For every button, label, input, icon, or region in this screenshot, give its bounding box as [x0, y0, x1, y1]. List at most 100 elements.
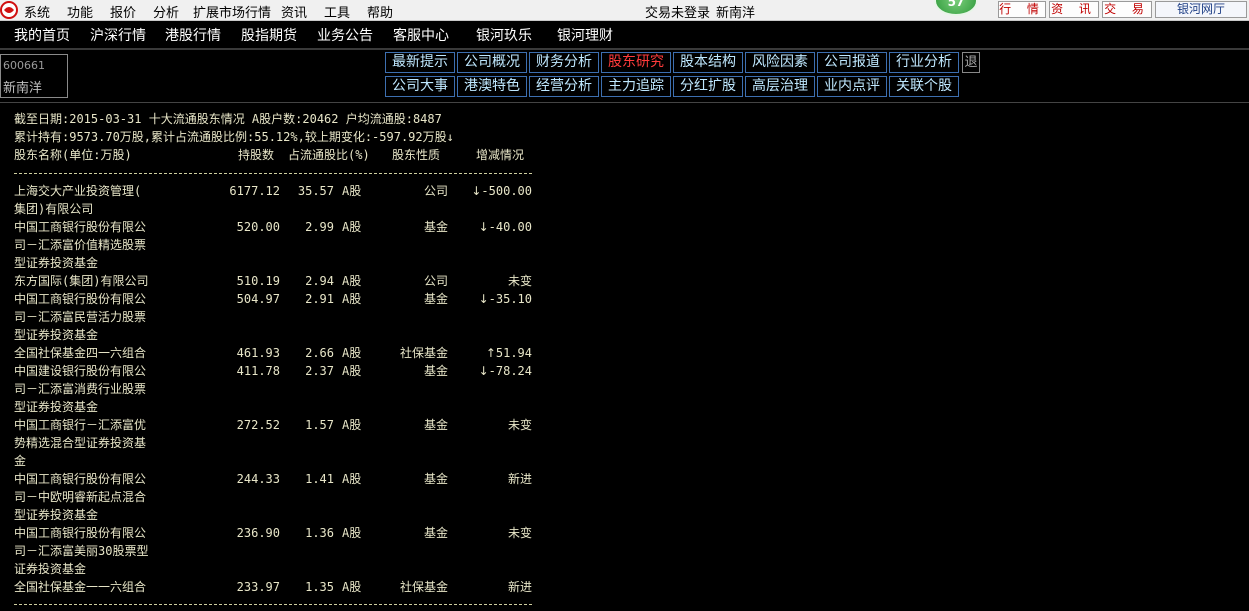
nav-hk-quotes[interactable]: 港股行情 — [165, 25, 221, 45]
tab-governance[interactable]: 高层治理 — [745, 76, 815, 97]
shareholder-name: 中国工商银行股份有限公 司－汇添富民营活力股票 型证券投资基金 — [14, 292, 147, 342]
shareholder-type: 基金 — [423, 364, 448, 378]
menu-tools[interactable]: 工具 — [324, 2, 350, 21]
nav-announcements[interactable]: 业务公告 — [317, 25, 373, 45]
holding-change-value: 新进 — [507, 580, 532, 594]
shareholder-name: 全国社保基金一一六组合 — [14, 580, 147, 594]
share-class: A股 — [342, 364, 362, 378]
tab-dividends[interactable]: 分红扩股 — [673, 76, 743, 97]
table-row[interactable]: 全国社保基金四一六组合 461.93 2.66 A股 社保基金 ↑51.94 — [14, 344, 534, 362]
menu-help[interactable]: 帮助 — [367, 2, 393, 21]
arrow-down-icon: ↓ — [478, 364, 489, 378]
holding-change: 未变 — [454, 524, 532, 542]
holding-change-value: -35.10 — [488, 292, 532, 306]
exit-button[interactable]: 退 — [962, 52, 980, 73]
holding-ratio: 2.66 — [305, 346, 334, 360]
holding-amount: 6177.12 — [229, 184, 280, 198]
holding-amount: 504.97 — [236, 292, 280, 306]
tab-shareholder-research[interactable]: 股东研究 — [601, 52, 671, 73]
share-class: A股 — [342, 292, 362, 306]
nav-customer-service[interactable]: 客服中心 — [393, 25, 449, 45]
nav-index-futures[interactable]: 股指期货 — [241, 25, 297, 45]
arrow-down-icon: ↓ — [471, 184, 482, 198]
tab-company-reports[interactable]: 公司报道 — [817, 52, 887, 73]
table-row[interactable]: 中国工商银行股份有限公 司－汇添富民营活力股票 型证券投资基金 504.97 2.9… — [14, 290, 534, 344]
holding-amount: 272.52 — [236, 418, 280, 432]
menu-function[interactable]: 功能 — [67, 2, 93, 21]
table-row[interactable]: 东方国际(集团)有限公司 510.19 2.94 A股 公司 未变 — [14, 272, 534, 290]
holding-amount: 461.93 — [236, 346, 280, 360]
stock-selector[interactable]: 600661 新南洋 — [0, 54, 68, 98]
shareholder-type: 公司 — [423, 184, 448, 198]
nav-sh-sz-quotes[interactable]: 沪深行情 — [90, 25, 146, 45]
shareholder-name: 中国工商银行股份有限公 司－汇添富美丽30股票型 证券投资基金 — [14, 526, 149, 576]
holding-ratio: 2.99 — [305, 220, 334, 234]
trade-button[interactable]: 交 易 — [1102, 1, 1152, 18]
holding-ratio: 2.91 — [305, 292, 334, 306]
table-row[interactable]: 中国工商银行股份有限公 司－汇添富美丽30股票型 证券投资基金 236.90 1.3… — [14, 524, 534, 578]
shareholder-type: 基金 — [423, 292, 448, 306]
nav-yinhe-wealth[interactable]: 银河理财 — [557, 25, 613, 45]
table-row[interactable]: 中国工商银行股份有限公 司－汇添富价值精选股票 型证券投资基金 520.00 2.9… — [14, 218, 534, 272]
menu-analysis[interactable]: 分析 — [153, 2, 179, 21]
col-header-type: 股东性质 — [392, 148, 441, 162]
shareholder-name: 中国工商银行股份有限公 司－汇添富价值精选股票 型证券投资基金 — [14, 220, 147, 270]
table-row[interactable]: 中国工商银行股份有限公 司－中欧明睿新起点混合 型证券投资基金 244.33 1.4… — [14, 470, 534, 524]
table-row[interactable]: 中国工商银行－汇添富优 势精选混合型证券投资基 金 272.52 1.57 A股 基金 未… — [14, 416, 534, 470]
share-class: A股 — [342, 184, 362, 198]
holding-amount: 244.33 — [236, 472, 280, 486]
holding-change: ↓-500.00 — [454, 182, 532, 200]
shareholder-type: 基金 — [423, 418, 448, 432]
arrow-down-icon: ↓ — [478, 292, 489, 306]
tab-financial-analysis[interactable]: 财务分析 — [529, 52, 599, 73]
menu-quote[interactable]: 报价 — [110, 2, 136, 21]
notification-badge[interactable]: 57 — [934, 0, 978, 16]
shareholder-type: 社保基金 — [399, 346, 448, 360]
col-header-name: 股东名称(单位:万股) — [14, 148, 132, 162]
online-hall-button[interactable]: 银河网厅 — [1155, 1, 1247, 18]
menu-system[interactable]: 系统 — [24, 2, 50, 21]
tab-risk-factors[interactable]: 风险因素 — [745, 52, 815, 73]
holding-amount: 233.97 — [236, 580, 280, 594]
holding-amount: 520.00 — [236, 220, 280, 234]
holding-change-value: 未变 — [507, 274, 532, 288]
news-button[interactable]: 资 讯 — [1049, 1, 1099, 18]
table-row[interactable]: 全国社保基金一一六组合 233.97 1.35 A股 社保基金 新进 — [14, 578, 534, 596]
tab-related-stocks[interactable]: 关联个股 — [889, 76, 959, 97]
share-class: A股 — [342, 472, 362, 486]
arrow-down-icon: ↓ — [478, 220, 489, 234]
stock-code: 600661 — [3, 59, 45, 72]
tab-company-overview[interactable]: 公司概况 — [457, 52, 527, 73]
holding-ratio: 1.41 — [305, 472, 334, 486]
quote-button[interactable]: 行 情 — [998, 1, 1046, 18]
tab-latest-tips[interactable]: 最新提示 — [385, 52, 455, 73]
app-logo-icon — [0, 1, 18, 19]
report-summary-line2: 累计持有:9573.70万股,累计占流通股比例:55.12%,较上期变化:-59… — [14, 130, 454, 144]
divider — [0, 102, 1249, 103]
tab-hk-macau-features[interactable]: 港澳特色 — [457, 76, 527, 97]
col-header-change: 增减情况 — [476, 148, 525, 162]
share-class: A股 — [342, 526, 362, 540]
holding-ratio: 1.57 — [305, 418, 334, 432]
table-row[interactable]: 上海交大产业投资管理( 集团)有限公司 6177.12 35.57 A股 公司 ↓-500… — [14, 182, 534, 218]
nav-yinhe-jiule[interactable]: 银河玖乐 — [476, 25, 532, 45]
share-class: A股 — [342, 274, 362, 288]
tab-operations-analysis[interactable]: 经营分析 — [529, 76, 599, 97]
holding-ratio: 2.94 — [305, 274, 334, 288]
table-row[interactable]: 中国建设银行股份有限公 司－汇添富消费行业股票 型证券投资基金 411.78 2.3… — [14, 362, 534, 416]
menu-info[interactable]: 资讯 — [281, 2, 307, 21]
share-class: A股 — [342, 346, 362, 360]
share-class: A股 — [342, 418, 362, 432]
shareholder-name: 东方国际(集团)有限公司 — [14, 274, 149, 288]
tab-industry-analysis[interactable]: 行业分析 — [889, 52, 959, 73]
tab-main-force-tracking[interactable]: 主力追踪 — [601, 76, 671, 97]
tab-capital-structure[interactable]: 股本结构 — [673, 52, 743, 73]
menu-extended-market[interactable]: 扩展市场行情 — [193, 2, 271, 21]
holding-change: 未变 — [454, 416, 532, 434]
report-summary-line1: 截至日期:2015-03-31 十大流通股东情况 A股户数:20462 户均流通… — [14, 112, 442, 126]
tab-industry-comments[interactable]: 业内点评 — [817, 76, 887, 97]
nav-home[interactable]: 我的首页 — [14, 25, 70, 45]
tab-company-events[interactable]: 公司大事 — [385, 76, 455, 97]
holding-change-value: 未变 — [507, 526, 532, 540]
holding-change-value: -78.24 — [488, 364, 532, 378]
